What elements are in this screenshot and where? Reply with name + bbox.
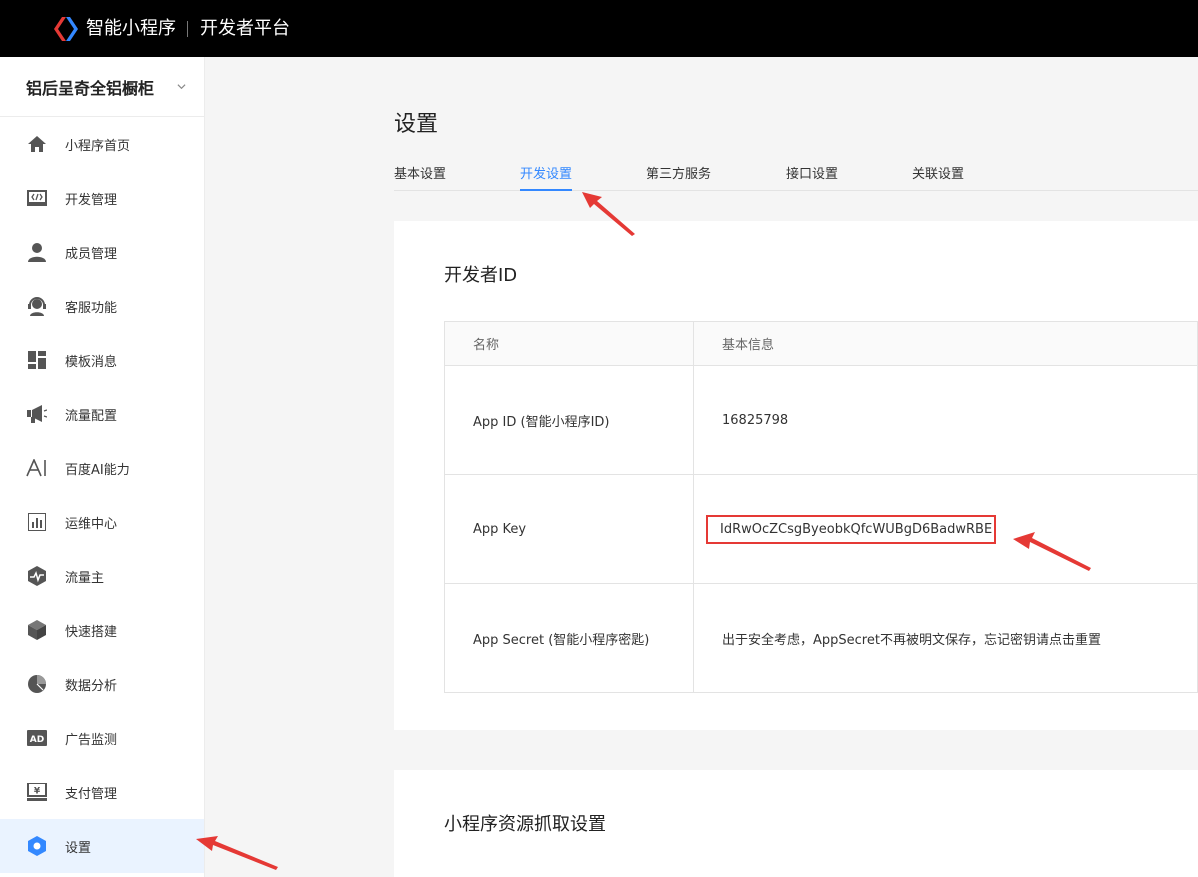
- sidebar-item-quick-build[interactable]: 快速搭建: [0, 603, 204, 657]
- chevron-down-icon: [177, 84, 186, 90]
- column-header-name: 名称: [444, 321, 694, 366]
- sidebar-item-ops-center[interactable]: 运维中心: [0, 495, 204, 549]
- sidebar-item-label: 百度AI能力: [65, 462, 130, 478]
- tab-dev-settings[interactable]: 开发设置: [520, 163, 573, 191]
- sidebar: 铝后呈奇全铝橱柜 小程序首页 开发管理 成员管理 客服功能 模板消息 流量配置 …: [0, 57, 205, 877]
- cube-icon: [26, 619, 48, 641]
- sidebar-item-label: 流量配置: [65, 408, 118, 424]
- sidebar-item-label: 模板消息: [65, 354, 118, 370]
- ai-icon: [26, 457, 48, 479]
- tab-api-settings[interactable]: 接口设置: [786, 163, 838, 191]
- card-title: 开发者ID: [444, 265, 518, 286]
- top-bar: 智能小程序 开发者平台: [0, 0, 1198, 57]
- sidebar-item-label: 运维中心: [65, 516, 118, 532]
- sidebar-item-label: 设置: [65, 840, 92, 856]
- resource-crawl-card: 小程序资源抓取设置: [394, 770, 1198, 877]
- app-id-value: 16825798: [693, 365, 1198, 475]
- main-content: 设置 基本设置 开发设置 第三方服务 接口设置 关联设置 开发者ID 名称 基本…: [205, 57, 1198, 877]
- row-name-app-id: App ID (智能小程序ID): [444, 365, 694, 475]
- user-icon: [26, 241, 48, 263]
- card-title: 小程序资源抓取设置: [444, 814, 606, 835]
- settings-hexagon-icon: [26, 835, 48, 857]
- pulse-icon: [26, 565, 48, 587]
- app-key-value[interactable]: IdRwOcZCsgByeobkQfcWUBgD6BadwRBE: [706, 514, 997, 544]
- sidebar-item-customer-service[interactable]: 客服功能: [0, 279, 204, 333]
- sidebar-item-label: 小程序首页: [65, 138, 131, 154]
- sidebar-item-label: 成员管理: [65, 246, 118, 262]
- brand-divider: [187, 21, 188, 37]
- sidebar-item-label: 开发管理: [65, 192, 118, 208]
- sidebar-item-settings[interactable]: 设置: [0, 819, 204, 873]
- app-secret-value: 出于安全考虑，AppSecret不再被明文保存，忘记密钥请点击重置: [693, 583, 1198, 693]
- brand-name[interactable]: 智能小程序: [86, 17, 176, 41]
- developer-id-card: 开发者ID 名称 基本信息 App ID (智能小程序ID) 16825798 …: [394, 221, 1198, 730]
- row-name-app-key: App Key: [444, 474, 694, 584]
- megaphone-icon: [26, 403, 48, 425]
- sidebar-item-label: 快速搭建: [65, 624, 118, 640]
- table-row: App ID (智能小程序ID) 16825798: [444, 365, 1198, 475]
- home-icon: [26, 133, 48, 155]
- template-icon: [26, 349, 48, 371]
- smart-program-logo-icon: [54, 17, 78, 41]
- sidebar-item-baidu-ai[interactable]: 百度AI能力: [0, 441, 204, 495]
- sidebar-item-dev-management[interactable]: 开发管理: [0, 171, 204, 225]
- app-name: 铝后呈奇全铝橱柜: [26, 78, 155, 98]
- sidebar-item-members[interactable]: 成员管理: [0, 225, 204, 279]
- row-name-app-secret: App Secret (智能小程序密匙): [444, 583, 694, 693]
- app-key-cell: IdRwOcZCsgByeobkQfcWUBgD6BadwRBE: [693, 474, 1198, 584]
- code-icon: [26, 187, 48, 209]
- ad-icon: AD: [26, 727, 48, 749]
- tab-basic-settings[interactable]: 基本设置: [394, 163, 446, 191]
- sidebar-item-payment[interactable]: ¥ 支付管理: [0, 765, 204, 819]
- sidebar-item-label: 广告监测: [65, 732, 118, 748]
- headset-icon: [26, 295, 48, 317]
- page-title: 设置: [394, 112, 439, 137]
- sidebar-item-home[interactable]: 小程序首页: [0, 117, 204, 171]
- sidebar-item-label: 客服功能: [65, 300, 118, 316]
- sidebar-item-traffic-config[interactable]: 流量配置: [0, 387, 204, 441]
- svg-text:¥: ¥: [34, 787, 41, 797]
- sidebar-item-data-analysis[interactable]: 数据分析: [0, 657, 204, 711]
- platform-name: 开发者平台: [200, 18, 290, 39]
- sidebar-item-ad-monitoring[interactable]: AD 广告监测: [0, 711, 204, 765]
- sidebar-item-template-messages[interactable]: 模板消息: [0, 333, 204, 387]
- bar-chart-icon: [26, 511, 48, 533]
- tab-third-party[interactable]: 第三方服务: [646, 163, 711, 191]
- table-row: App Secret (智能小程序密匙) 出于安全考虑，AppSecret不再被…: [444, 583, 1198, 693]
- settings-tabs: 基本设置 开发设置 第三方服务 接口设置 关联设置: [394, 163, 1198, 191]
- developer-id-table: 名称 基本信息 App ID (智能小程序ID) 16825798 App Ke…: [444, 321, 1198, 693]
- sidebar-item-label: 数据分析: [65, 678, 118, 694]
- table-row: App Key IdRwOcZCsgByeobkQfcWUBgD6BadwRBE: [444, 474, 1198, 584]
- sidebar-item-label: 流量主: [65, 570, 105, 586]
- table-header-row: 名称 基本信息: [444, 321, 1198, 366]
- sidebar-item-label: 支付管理: [65, 786, 118, 802]
- column-header-info: 基本信息: [693, 321, 1198, 366]
- sidebar-item-traffic-owner[interactable]: 流量主: [0, 549, 204, 603]
- app-switcher[interactable]: 铝后呈奇全铝橱柜: [0, 57, 204, 117]
- svg-text:AD: AD: [30, 735, 44, 745]
- payment-icon: ¥: [26, 781, 48, 803]
- pie-chart-icon: [26, 673, 48, 695]
- tab-association-settings[interactable]: 关联设置: [912, 163, 964, 191]
